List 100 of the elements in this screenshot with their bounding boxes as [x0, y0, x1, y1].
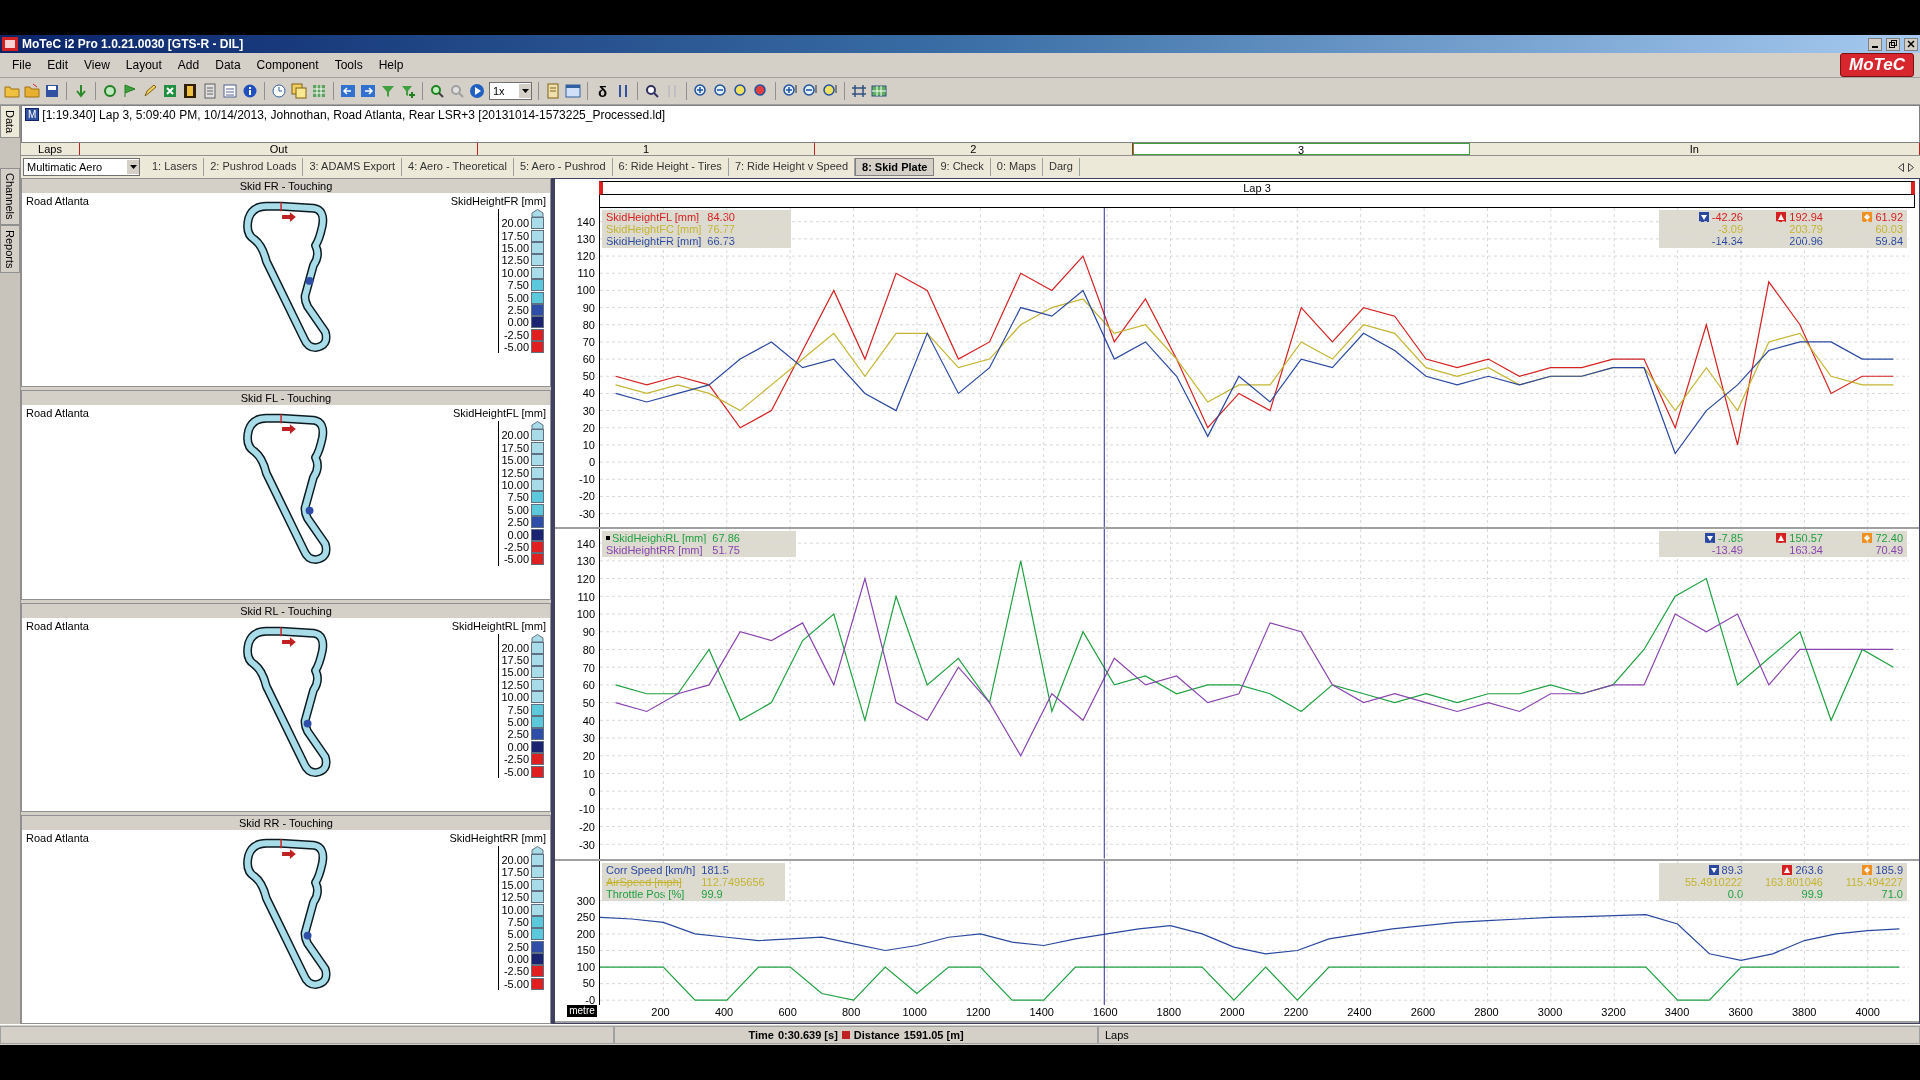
track-name: Road Atlanta	[26, 831, 89, 844]
panel-title: Skid FR - Touching	[22, 179, 550, 193]
scale-label: 17.50	[501, 441, 529, 454]
scale-label: 17.50	[501, 654, 529, 667]
axis-tick-label: 2800	[1474, 1006, 1499, 1018]
time-label: Time	[748, 1029, 774, 1041]
axis-tick-label: 1800	[1156, 1006, 1182, 1018]
axis-tick-label: 800	[841, 1006, 861, 1018]
scale-label: 20.00	[501, 641, 529, 654]
scale-label: 20.00	[501, 429, 529, 442]
time-value: 0:30.639 [s]	[777, 1029, 838, 1041]
scale-label: 15.00	[501, 666, 529, 679]
stat-value: -7.85	[1717, 532, 1743, 545]
stat-value: 72.40	[1875, 532, 1903, 545]
scale-label: 17.50	[501, 229, 529, 242]
scale-label: 7.50	[507, 703, 529, 716]
axis-tick-label: 130	[576, 232, 595, 245]
laps-status: Laps	[1105, 1029, 1129, 1041]
channel-label: SkidHeightFL [mm]	[452, 407, 546, 420]
stat-value: 163.34	[1789, 544, 1823, 557]
channel-value: 84.30	[707, 211, 736, 223]
axis-tick-label: 100	[576, 608, 595, 621]
channel-value: 51.75	[712, 544, 741, 557]
stat-value: 60.03	[1875, 223, 1903, 235]
scale-label: 15.00	[501, 878, 529, 891]
axis-tick-label: 3600	[1728, 1006, 1753, 1018]
scale-label: -2.50	[503, 965, 529, 978]
axis-tick-label: -30	[579, 507, 595, 520]
axis-tick-label: 40	[582, 714, 595, 727]
axis-tick-label: 2600	[1410, 1006, 1436, 1018]
axis-tick-label: 2000	[1220, 1006, 1245, 1018]
channel-label: SkidHeightRR [mm]	[449, 831, 546, 844]
track-name: Road Atlanta	[26, 195, 89, 207]
panel-title: Skid RR - Touching	[22, 815, 550, 830]
axis-tick-label: 200	[651, 1006, 670, 1018]
axis-tick-label: 10	[582, 438, 595, 451]
axis-tick-label: 70	[582, 335, 595, 348]
axis-tick-label: 90	[582, 301, 595, 314]
data-badge: M	[25, 108, 40, 121]
stat-value: 203.79	[1789, 223, 1823, 235]
scale-label: -2.50	[503, 753, 529, 766]
axis-tick-label: 3200	[1601, 1006, 1626, 1018]
axis-tick-label: 0	[588, 456, 595, 469]
scale-label: 12.50	[501, 678, 529, 691]
scale-label: 15.00	[501, 454, 529, 467]
scale-label: 17.50	[501, 866, 529, 879]
axis-tick-label: 110	[577, 267, 595, 280]
axis-tick-label: 30	[582, 732, 595, 745]
scale-label: 10.00	[501, 479, 529, 491]
axis-tick-label: 150	[576, 944, 595, 957]
scale-label: 10.00	[501, 691, 529, 704]
axis-tick-label: -10	[579, 473, 595, 486]
scale-label: 2.50	[507, 940, 529, 953]
stat-value: 70.49	[1875, 544, 1903, 557]
axis-tick-label: 3800	[1791, 1006, 1817, 1018]
channel-value: 67.86	[712, 532, 741, 545]
scale-label: 0.00	[507, 316, 529, 329]
channel-value: 181.5	[701, 863, 730, 876]
axis-tick-label: 50	[582, 370, 595, 383]
axis-tick-label: 0	[588, 785, 595, 798]
axis-tick-label: 90	[582, 626, 595, 639]
channel-value: 112.7495656	[701, 875, 766, 888]
stat-value: 59.84	[1875, 235, 1903, 247]
scale-label: 7.50	[507, 279, 529, 292]
axis-tick-label: 2400	[1347, 1006, 1372, 1018]
stat-value: 185.9	[1875, 863, 1903, 876]
stat-value: 200.96	[1789, 235, 1823, 247]
scale-label: -5.00	[503, 341, 529, 354]
axis-tick-label: 40	[582, 387, 595, 400]
scale-label: 10.00	[501, 266, 529, 279]
channel-label: SkidHeightRL [mm]	[451, 619, 546, 632]
channel-value: 76.77	[707, 223, 736, 235]
channel-value: 66.73	[707, 235, 736, 247]
axis-tick-label: 100	[576, 960, 595, 973]
scale-label: 7.50	[507, 491, 529, 504]
axis-tick-label: 10	[582, 767, 595, 780]
scale-label: -5.00	[503, 765, 529, 778]
stat-value: 99.9	[1801, 887, 1823, 900]
scale-label: 12.50	[501, 254, 529, 267]
axis-tick-label: -0	[585, 994, 595, 1006]
axis-tick-label: 3400	[1664, 1006, 1690, 1018]
scale-label: 20.00	[501, 853, 529, 866]
axis-tick-label: -20	[579, 820, 595, 833]
axis-tick-label: 3000	[1537, 1006, 1563, 1018]
axis-tick-label: 110	[577, 590, 595, 603]
axis-tick-label: 80	[582, 318, 595, 331]
scale-label: -5.00	[503, 553, 529, 566]
brand-logo: MoTeC	[1839, 53, 1914, 77]
stat-value: 71.0	[1881, 887, 1903, 900]
scale-label: 2.50	[507, 303, 529, 316]
scale-label: 7.50	[507, 915, 529, 928]
track-name: Road Atlanta	[26, 407, 89, 420]
window-title: MoTeC i2 Pro 1.0.21.0030 [GTS-R - DIL]	[22, 37, 245, 51]
channel-value: 99.9	[701, 887, 724, 900]
scale-label: 5.00	[507, 928, 529, 941]
axis-tick-label: 100	[576, 284, 595, 297]
axis-tick-label: 70	[582, 661, 595, 674]
axis-tick-label: 1600	[1093, 1006, 1118, 1018]
axis-tick-label: 130	[576, 555, 595, 568]
stat-value: 89.3	[1721, 863, 1743, 876]
